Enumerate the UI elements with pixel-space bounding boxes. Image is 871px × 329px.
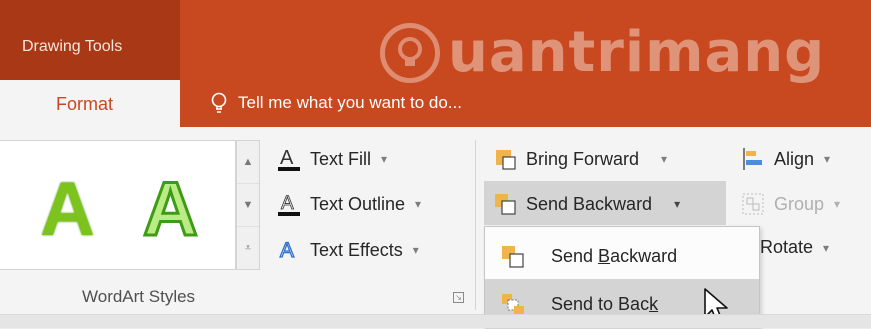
send-backward-dropdown-menu: Send Backward Send to Back bbox=[484, 226, 760, 329]
watermark-bulb-icon bbox=[380, 22, 440, 83]
gallery-more-icon[interactable]: ⩡ bbox=[237, 227, 259, 270]
text-effects-label: Text Effects bbox=[310, 239, 403, 260]
text-outline-label: Text Outline bbox=[310, 193, 406, 214]
text-effects-icon: A bbox=[276, 237, 302, 263]
wordart-styles-group-label: WordArt Styles bbox=[82, 287, 196, 306]
group-divider bbox=[475, 140, 476, 310]
menu-item-label: Send Backward bbox=[551, 245, 678, 266]
align-button[interactable]: Align ▾ bbox=[740, 146, 830, 172]
align-label: Align bbox=[774, 148, 815, 169]
chevron-down-icon: ▾ bbox=[834, 197, 841, 211]
contextual-tab-title: Drawing Tools bbox=[22, 38, 123, 55]
chevron-down-icon: ▾ bbox=[661, 152, 668, 166]
gallery-scrollbar[interactable]: ▲ ▼ ⩡ bbox=[236, 140, 260, 270]
text-fill-button[interactable]: A Text Fill ▾ bbox=[276, 146, 387, 172]
gallery-scroll-down-icon[interactable]: ▼ bbox=[237, 184, 259, 227]
tell-me-search[interactable]: Tell me what you want to do... bbox=[210, 92, 462, 114]
send-backward-icon bbox=[492, 191, 518, 217]
text-fill-label: Text Fill bbox=[310, 148, 372, 169]
text-effects-button[interactable]: A Text Effects ▾ bbox=[276, 237, 419, 263]
group-button[interactable]: Group ▾ bbox=[740, 191, 840, 217]
watermark-logo: uantrimang bbox=[380, 20, 825, 85]
rotate-label: Rotate bbox=[760, 237, 814, 257]
svg-text:A: A bbox=[280, 147, 294, 169]
text-outline-button[interactable]: A Text Outline ▾ bbox=[276, 191, 421, 217]
chevron-down-icon: ▾ bbox=[415, 197, 422, 211]
text-outline-icon: A bbox=[276, 191, 302, 217]
tab-format-label: Format bbox=[56, 93, 114, 114]
dialog-launcher-icon[interactable]: ↘ bbox=[453, 292, 464, 303]
send-backward-icon bbox=[499, 243, 527, 271]
align-icon bbox=[740, 146, 766, 172]
chevron-down-icon: ▾ bbox=[381, 152, 388, 166]
ribbon-bottom-edge bbox=[0, 314, 871, 328]
menu-item-label: Send to Back bbox=[551, 293, 659, 314]
watermark-text: uantrimang bbox=[448, 20, 826, 85]
bring-forward-button[interactable]: Bring Forward ▾ bbox=[492, 146, 667, 172]
tab-format[interactable]: Format bbox=[0, 80, 180, 128]
wordart-gallery bbox=[0, 140, 236, 270]
bring-forward-icon bbox=[492, 146, 518, 172]
bring-forward-label: Bring Forward bbox=[526, 148, 640, 169]
gallery-scroll-up-icon[interactable]: ▲ bbox=[237, 141, 259, 184]
lightbulb-icon bbox=[211, 92, 227, 113]
chevron-down-icon: ▾ bbox=[412, 243, 419, 257]
chevron-down-icon[interactable]: ▾ bbox=[674, 197, 680, 211]
group-icon bbox=[740, 191, 766, 217]
wordart-style-green-outline[interactable]: A bbox=[142, 166, 200, 254]
send-backward-label: Send Backward bbox=[526, 193, 653, 214]
text-fill-icon: A bbox=[276, 146, 302, 172]
send-backward-button[interactable]: Send Backward ▾ bbox=[492, 191, 680, 217]
group-label: Group bbox=[774, 193, 825, 214]
wordart-style-green-fill[interactable]: A bbox=[40, 166, 95, 253]
svg-text:A: A bbox=[281, 193, 294, 214]
chevron-down-icon: ▾ bbox=[823, 240, 830, 255]
rotate-button[interactable]: Rotate ▾ bbox=[760, 237, 829, 258]
tell-me-text: Tell me what you want to do... bbox=[238, 93, 462, 112]
chevron-down-icon: ▾ bbox=[824, 152, 831, 166]
svg-text:A: A bbox=[280, 239, 294, 262]
menu-item-send-backward[interactable]: Send Backward bbox=[485, 231, 759, 281]
